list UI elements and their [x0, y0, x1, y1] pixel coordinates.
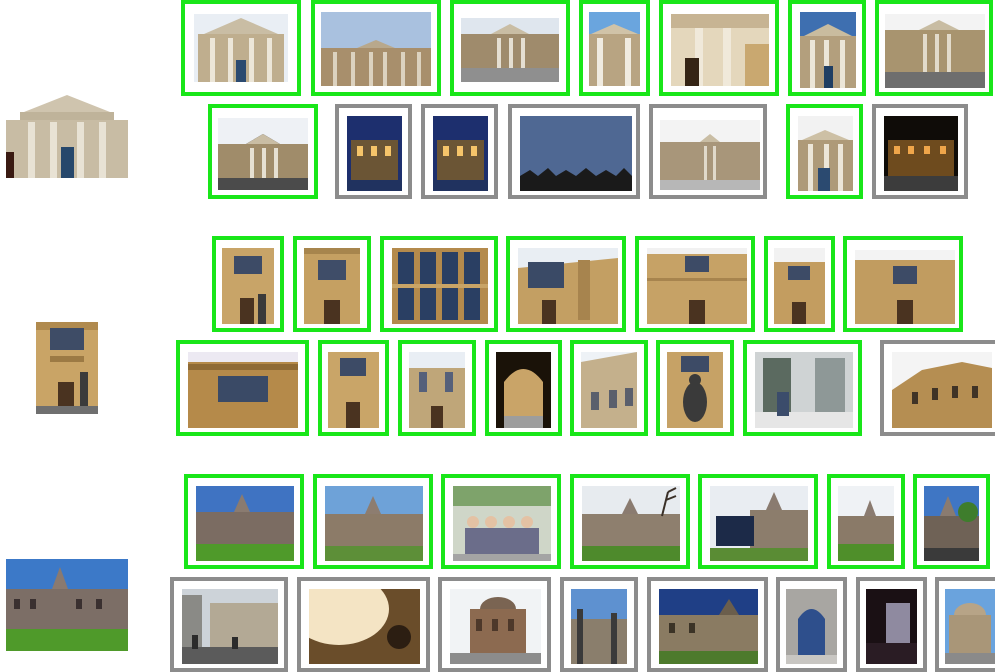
- result-thumbnail[interactable]: [297, 577, 430, 672]
- result-thumbnail[interactable]: [659, 0, 779, 96]
- result-thumbnail[interactable]: [856, 577, 927, 672]
- result-thumbnail[interactable]: [184, 474, 304, 569]
- result-thumbnail[interactable]: [656, 340, 734, 436]
- result-thumbnail[interactable]: [880, 340, 995, 436]
- query-image-library-facade: [36, 322, 98, 414]
- result-thumbnail[interactable]: [570, 340, 648, 436]
- result-thumbnail[interactable]: [743, 340, 862, 436]
- result-thumbnail[interactable]: [764, 236, 835, 332]
- result-thumbnail[interactable]: [635, 236, 755, 332]
- result-thumbnail[interactable]: [788, 0, 866, 96]
- result-thumbnail[interactable]: [872, 104, 968, 199]
- result-thumbnail[interactable]: [843, 236, 963, 332]
- result-thumbnail[interactable]: [698, 474, 818, 569]
- query-image-classical-building: [6, 92, 128, 178]
- result-thumbnail[interactable]: [570, 474, 690, 569]
- result-thumbnail[interactable]: [450, 0, 570, 96]
- result-thumbnail[interactable]: [506, 236, 626, 332]
- result-thumbnail[interactable]: [508, 104, 640, 199]
- result-thumbnail[interactable]: [827, 474, 905, 569]
- result-thumbnail[interactable]: [380, 236, 498, 332]
- result-thumbnail[interactable]: [421, 104, 498, 199]
- result-thumbnail[interactable]: [181, 0, 301, 96]
- query-image-gothic-museum: [6, 559, 128, 651]
- result-thumbnail[interactable]: [208, 104, 318, 199]
- result-thumbnail[interactable]: [560, 577, 638, 672]
- result-thumbnail[interactable]: [212, 236, 284, 332]
- result-thumbnail[interactable]: [776, 577, 847, 672]
- result-thumbnail[interactable]: [786, 104, 863, 199]
- result-thumbnail[interactable]: [913, 474, 990, 569]
- result-thumbnail[interactable]: [293, 236, 371, 332]
- result-thumbnail[interactable]: [579, 0, 650, 96]
- result-thumbnail[interactable]: [441, 474, 561, 569]
- result-thumbnail[interactable]: [875, 0, 993, 96]
- result-thumbnail[interactable]: [438, 577, 551, 672]
- result-thumbnail[interactable]: [313, 474, 433, 569]
- result-thumbnail[interactable]: [318, 340, 389, 436]
- result-thumbnail[interactable]: [935, 577, 995, 672]
- result-thumbnail[interactable]: [335, 104, 412, 199]
- result-thumbnail[interactable]: [176, 340, 309, 436]
- result-thumbnail[interactable]: [649, 104, 767, 199]
- result-thumbnail[interactable]: [485, 340, 562, 436]
- result-thumbnail[interactable]: [170, 577, 288, 672]
- result-thumbnail[interactable]: [647, 577, 768, 672]
- result-thumbnail[interactable]: [311, 0, 441, 96]
- result-thumbnail[interactable]: [398, 340, 476, 436]
